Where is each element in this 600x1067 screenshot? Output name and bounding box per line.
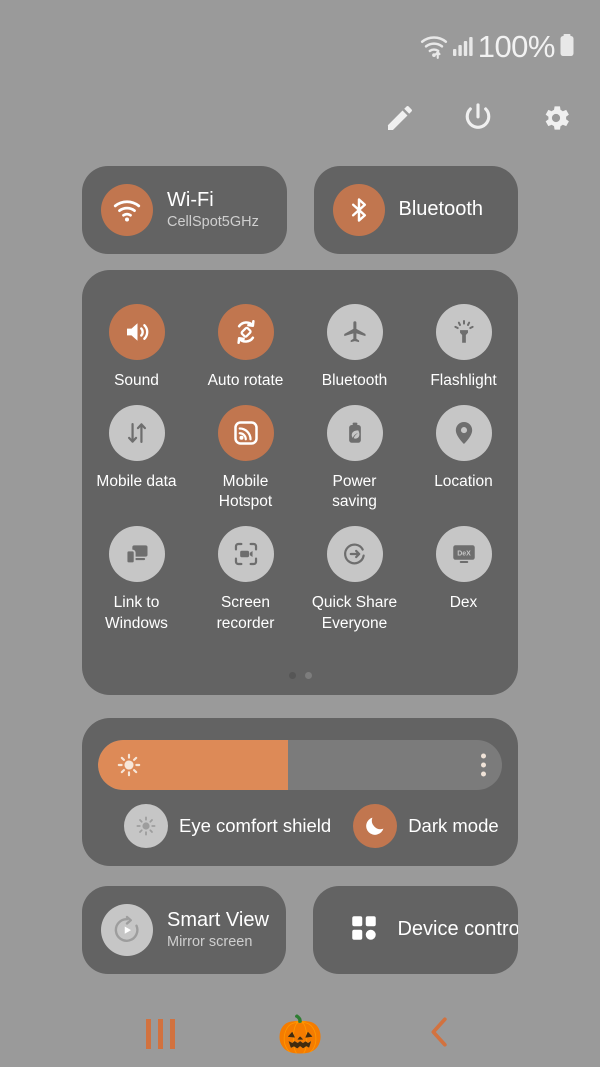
toggle-label: Auto rotate	[207, 372, 284, 389]
toggle-dex[interactable]: DeX Dex	[409, 518, 518, 633]
page-dot-2[interactable]	[304, 672, 312, 679]
wifi-card-title: Wi-Fi	[167, 189, 214, 212]
toggle-label: Flashlight	[430, 372, 497, 389]
status-bar: 100%	[0, 0, 600, 92]
toggle-label: Screen recorder	[216, 594, 275, 632]
smart-view-title: Smart View	[167, 909, 269, 932]
location-pin-icon	[435, 405, 492, 462]
connection-cards: Wi-Fi CellSpot5GHz Bluetooth	[82, 166, 518, 254]
edit-button[interactable]	[376, 96, 424, 144]
recents-button[interactable]	[132, 1010, 188, 1058]
dark-mode-label: Dark mode	[408, 815, 499, 836]
toggle-mobile-hotspot[interactable]: Mobile Hotspot	[191, 397, 300, 512]
wifi-card-subtitle: CellSpot5GHz	[167, 213, 259, 230]
smart-view-card[interactable]: Smart View Mirror screen	[82, 886, 287, 974]
wifi-card[interactable]: Wi-Fi CellSpot5GHz	[82, 166, 287, 254]
quick-toggles-grid: Sound Auto rotate Bluetooth Flashlight M…	[82, 270, 518, 695]
toggle-screen-recorder[interactable]: Screen recorder	[191, 518, 300, 633]
toggle-label: Mobile data	[96, 473, 177, 491]
battery-leaf-icon	[326, 405, 383, 462]
battery-percentage: 100%	[477, 28, 556, 64]
wifi-icon	[101, 184, 153, 236]
auto-rotate-icon	[217, 304, 274, 360]
smart-view-subtitle: Mirror screen	[167, 933, 253, 950]
back-chevron-icon	[425, 1015, 455, 1054]
power-icon	[461, 101, 495, 140]
quick-share-icon	[326, 526, 383, 583]
toggle-auto-rotate[interactable]: Auto rotate	[191, 296, 300, 391]
dex-icon: DeX	[435, 526, 492, 583]
eye-comfort-icon	[124, 804, 168, 848]
toggle-label: Sound	[114, 372, 159, 389]
airplane-icon	[326, 304, 383, 360]
link-to-windows-icon	[108, 526, 165, 583]
settings-button[interactable]	[532, 96, 580, 144]
toggle-flashlight[interactable]: Flashlight	[409, 296, 518, 391]
bluetooth-icon	[332, 184, 385, 236]
battery-full-icon	[558, 32, 576, 60]
wifi-transfer-icon	[419, 31, 449, 61]
toggle-location[interactable]: Location	[409, 397, 518, 512]
toggle-bluetooth[interactable]: Bluetooth	[300, 296, 409, 391]
display-modes-row: Eye comfort shield Dark mode	[82, 804, 518, 848]
gear-icon	[539, 101, 573, 140]
bottom-cards: Smart View Mirror screen Device control	[82, 886, 518, 974]
svg-text:DeX: DeX	[457, 551, 471, 558]
hotspot-icon	[217, 405, 274, 462]
toggle-label: Mobile Hotspot	[218, 473, 273, 511]
toggle-label: Location	[434, 473, 493, 491]
toggle-sound[interactable]: Sound	[82, 296, 191, 391]
screen-recorder-icon	[217, 526, 274, 583]
toggle-label: Link to Windows	[105, 594, 168, 632]
quick-settings-panel: 100% Wi-Fi CellSpot5GHz Bluetooth Sound …	[0, 0, 600, 1067]
cellular-signal-icon	[452, 32, 474, 60]
page-dot-1[interactable]	[288, 672, 296, 679]
toggle-label: Quick Share Everyone	[311, 594, 398, 632]
pumpkin-icon: 🎃	[276, 1013, 324, 1055]
pencil-icon	[384, 102, 416, 139]
flashlight-icon	[435, 304, 492, 360]
toggle-label: Bluetooth	[321, 372, 388, 389]
power-button[interactable]	[454, 96, 502, 144]
toggle-power-saving[interactable]: Power saving	[300, 397, 409, 512]
header-actions	[376, 96, 580, 144]
dark-mode-toggle[interactable]: Dark mode	[353, 804, 499, 848]
brightness-card: Eye comfort shield Dark mode	[82, 718, 518, 866]
brightness-sun-icon	[116, 752, 142, 778]
device-control-card[interactable]: Device control	[313, 886, 518, 974]
eye-comfort-shield-toggle[interactable]: Eye comfort shield	[124, 804, 331, 848]
mobile-data-icon	[108, 405, 165, 462]
moon-icon	[353, 804, 398, 848]
eye-comfort-shield-label: Eye comfort shield	[179, 815, 332, 836]
home-button[interactable]: 🎃	[272, 1010, 328, 1058]
volume-icon	[108, 304, 165, 360]
smart-view-icon	[101, 904, 153, 956]
toggle-mobile-data[interactable]: Mobile data	[82, 397, 191, 512]
bluetooth-card-title: Bluetooth	[398, 198, 484, 221]
brightness-slider[interactable]	[98, 740, 502, 790]
recents-bars-icon	[145, 1019, 175, 1049]
device-control-title: Device control	[397, 918, 518, 941]
navigation-bar: 🎃	[0, 1001, 600, 1067]
back-button[interactable]	[412, 1010, 468, 1058]
toggle-grid: Sound Auto rotate Bluetooth Flashlight M…	[82, 296, 518, 634]
toggle-quick-share[interactable]: Quick Share Everyone	[300, 518, 409, 633]
page-indicator	[82, 672, 518, 679]
toggle-label: Dex	[449, 594, 478, 612]
more-options-icon[interactable]	[481, 753, 486, 777]
device-control-grid-icon	[349, 913, 379, 948]
toggle-link-to-windows[interactable]: Link to Windows	[82, 518, 191, 633]
toggle-label: Power saving	[332, 473, 377, 511]
bluetooth-card[interactable]: Bluetooth	[313, 166, 518, 254]
